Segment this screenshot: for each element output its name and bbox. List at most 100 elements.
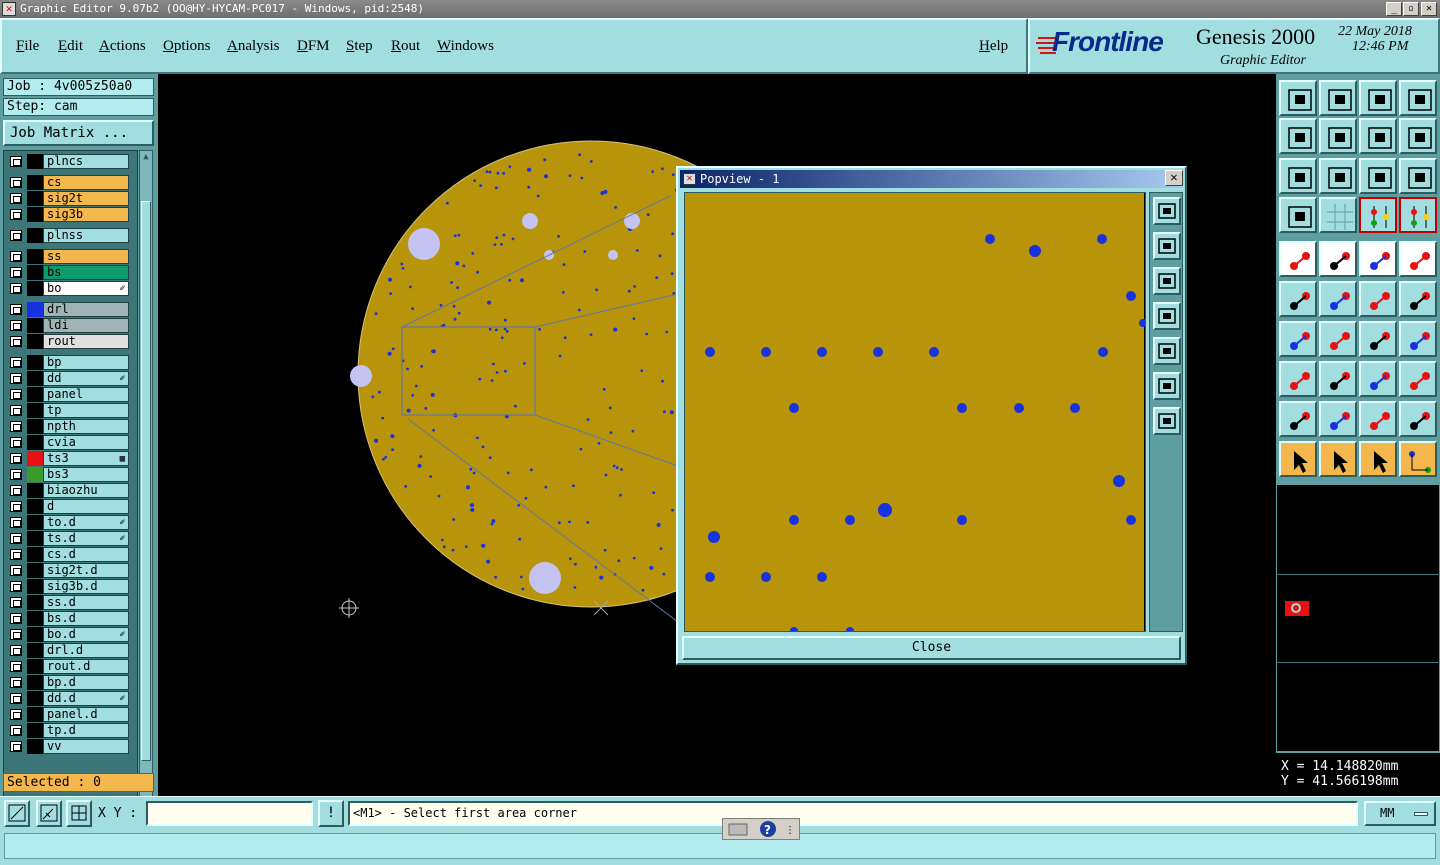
layer-color-swatch[interactable] [27, 643, 43, 658]
layer-checkbox[interactable] [10, 437, 22, 448]
menu-options[interactable]: Options [163, 38, 211, 55]
route-button[interactable] [1399, 441, 1437, 477]
layer-color-swatch[interactable] [27, 419, 43, 434]
connect-button[interactable] [1279, 281, 1317, 317]
layer-name[interactable]: sig2t [43, 191, 129, 206]
scroll-up-icon[interactable]: ▲ [140, 151, 152, 163]
layer-checkbox[interactable] [10, 267, 22, 278]
layer-color-swatch[interactable] [27, 451, 43, 466]
layer-checkbox[interactable] [10, 533, 22, 544]
layer-checkbox[interactable] [10, 405, 22, 416]
layer-color-swatch[interactable] [27, 265, 43, 280]
layer-name[interactable]: panel [43, 387, 129, 402]
layer-checkbox[interactable] [10, 613, 22, 624]
layer-color-swatch[interactable] [27, 355, 43, 370]
layer-name[interactable]: dd ✐ [43, 371, 129, 386]
fill-button[interactable] [1399, 401, 1437, 437]
layer-name[interactable]: vv [43, 739, 129, 754]
copy-button[interactable] [1399, 281, 1437, 317]
tools-button[interactable] [1279, 197, 1317, 233]
layer-row-to-d[interactable]: to.d ✐ [6, 515, 129, 530]
layer-row-sig3b[interactable]: sig3b [6, 207, 129, 222]
layer-color-swatch[interactable] [27, 207, 43, 222]
layer-row-d[interactable]: d [6, 499, 129, 514]
layer-color-swatch[interactable] [27, 691, 43, 706]
layer-color-swatch[interactable] [27, 387, 43, 402]
layer-color-swatch[interactable] [27, 659, 43, 674]
menu-help[interactable]: Help [979, 38, 1008, 55]
layer-row-bs-d[interactable]: bs.d [6, 611, 129, 626]
layer-row-ss[interactable]: ss [6, 249, 129, 264]
layer-checkbox[interactable] [10, 251, 22, 262]
layer-name[interactable]: bo.d ✐ [43, 627, 129, 642]
layer-name[interactable]: cs [43, 175, 129, 190]
window-view-button[interactable] [1399, 80, 1437, 116]
menu-actions[interactable]: Actions [99, 38, 146, 55]
layer-checkbox[interactable] [10, 357, 22, 368]
layer-row-bo[interactable]: bo ✐ [6, 281, 129, 296]
layer-name[interactable]: npth [43, 419, 129, 434]
grid-button[interactable] [1319, 197, 1357, 233]
layer-name[interactable]: tp [43, 403, 129, 418]
add-pad-button[interactable] [1279, 361, 1317, 397]
home-button[interactable] [1359, 80, 1397, 116]
layer-row-cs[interactable]: cs [6, 175, 129, 190]
layer-color-swatch[interactable] [27, 334, 43, 349]
layer-color-swatch[interactable] [27, 627, 43, 642]
maximize-button[interactable]: ▫ [1403, 2, 1419, 16]
layer-checkbox[interactable] [10, 485, 22, 496]
layer-row-dd-d[interactable]: dd.d ✐ [6, 691, 129, 706]
layer-row-rout[interactable]: rout [6, 334, 129, 349]
layer-checkbox[interactable] [10, 645, 22, 656]
layer-name[interactable]: to.d ✐ [43, 515, 129, 530]
layer-color-swatch[interactable] [27, 371, 43, 386]
surface-button[interactable] [1359, 401, 1397, 437]
shapes-button[interactable] [1399, 361, 1437, 397]
layer-checkbox[interactable] [10, 725, 22, 736]
ruler-button[interactable] [1359, 241, 1397, 277]
layer-name[interactable]: ss [43, 249, 129, 264]
menu-step[interactable]: Step [346, 38, 373, 55]
layer-checkbox[interactable] [10, 581, 22, 592]
info-button[interactable]: ! [318, 800, 344, 827]
layer-name[interactable]: rout.d [43, 659, 129, 674]
layer-checkbox[interactable] [10, 177, 22, 188]
layer-color-swatch[interactable] [27, 435, 43, 450]
popview-fit-screen-button[interactable] [1153, 197, 1181, 225]
pan-right-button[interactable] [1319, 118, 1357, 154]
layer-checkbox[interactable] [10, 693, 22, 704]
layer-row-drl[interactable]: drl [6, 302, 129, 317]
layer-name[interactable]: cvia [43, 435, 129, 450]
layer-checkbox[interactable] [10, 389, 22, 400]
close-button[interactable]: ✕ [1421, 2, 1437, 16]
layer-color-swatch[interactable] [27, 175, 43, 190]
menu-dfm[interactable]: DFM [297, 38, 330, 55]
layer-name[interactable]: d [43, 499, 129, 514]
layer-row-tp[interactable]: tp [6, 403, 129, 418]
units-dropdown[interactable]: MM [1364, 801, 1436, 826]
layer-color-swatch[interactable] [27, 302, 43, 317]
pad-button[interactable] [1399, 241, 1437, 277]
arc-button[interactable] [1359, 321, 1397, 357]
layer-row-ss-d[interactable]: ss.d [6, 595, 129, 610]
layer-list-scrollbar[interactable]: ▲ ▼ [139, 150, 153, 834]
line-edit-button[interactable] [1319, 321, 1357, 357]
popview-zoom-fit-button[interactable] [1153, 372, 1181, 400]
undo-view-button[interactable] [1359, 118, 1397, 154]
move-button[interactable] [1359, 281, 1397, 317]
layer-name[interactable]: ldi [43, 318, 129, 333]
layer-color-swatch[interactable] [27, 547, 43, 562]
layer-checkbox[interactable] [10, 629, 22, 640]
pointer-frame-button[interactable] [1359, 441, 1397, 477]
menu-rout[interactable]: Rout [391, 38, 420, 55]
layer-name[interactable]: bs.d [43, 611, 129, 626]
menu-analysis[interactable]: Analysis [227, 38, 280, 55]
layer-row-cs-d[interactable]: cs.d [6, 547, 129, 562]
layer-row-sig2t-d[interactable]: sig2t.d [6, 563, 129, 578]
layer-name[interactable]: plnss [43, 228, 129, 243]
split-button[interactable] [1319, 361, 1357, 397]
layer-row-panel[interactable]: panel [6, 387, 129, 402]
layer-name[interactable]: sig3b [43, 207, 129, 222]
layer-checkbox[interactable] [10, 661, 22, 672]
layer-row-plnss[interactable]: plnss [6, 228, 129, 243]
